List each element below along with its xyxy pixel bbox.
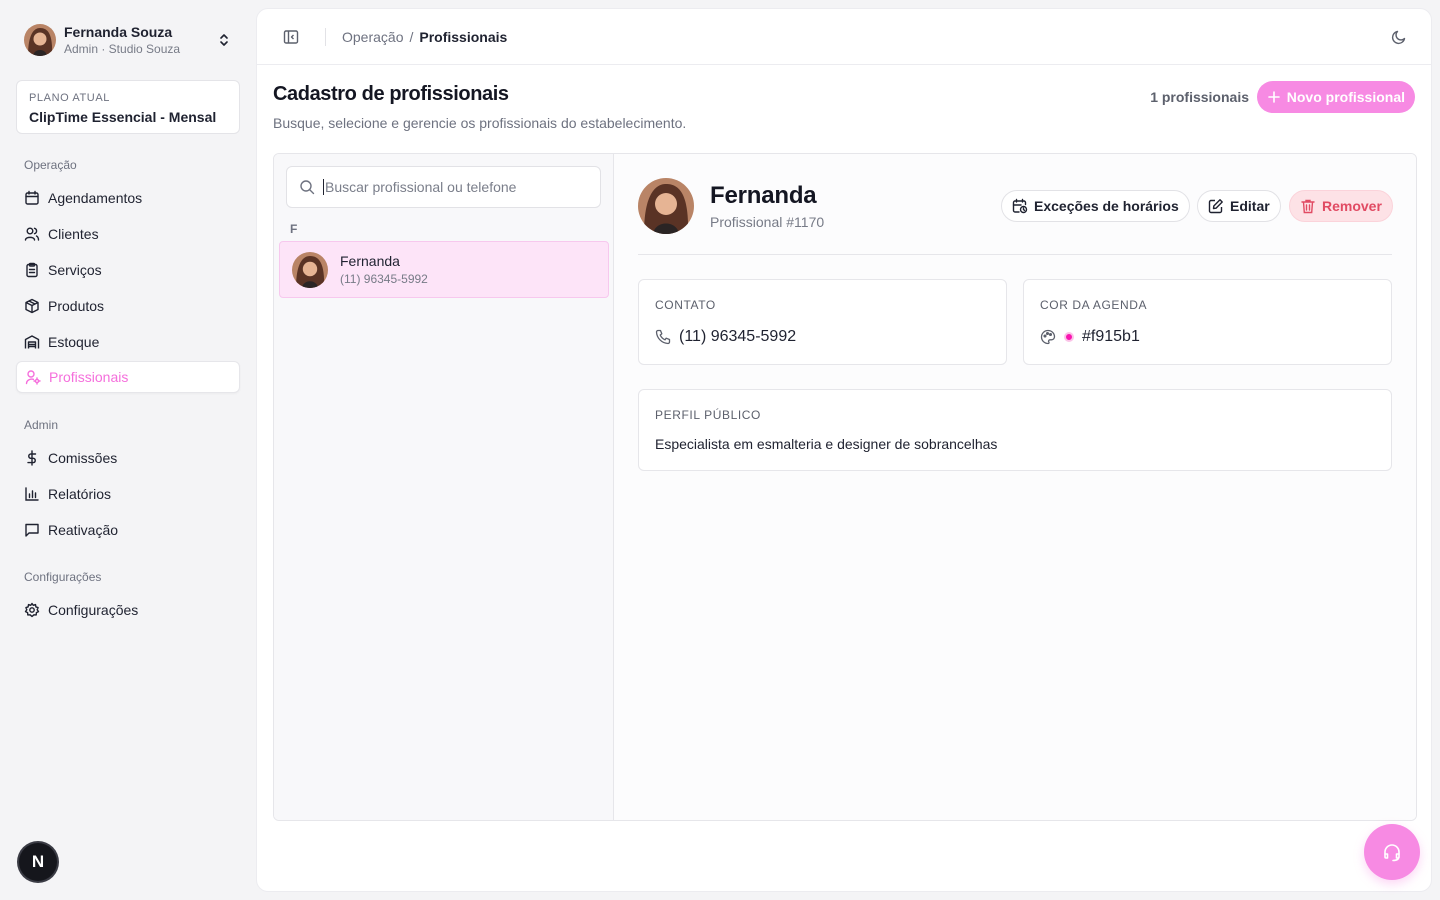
user-switcher[interactable]: Fernanda Souza Admin · Studio Souza <box>16 20 240 60</box>
public-profile-label: PERFIL PÚBLICO <box>655 408 761 422</box>
sidebar-item-comissoes[interactable]: Comissões <box>16 442 240 474</box>
warehouse-icon <box>24 335 40 349</box>
sidebar-item-profissionais[interactable]: Profissionais <box>16 361 240 393</box>
list-item-name: Fernanda <box>340 253 400 269</box>
professionals-panel: F Fernanda (11) 96345-5992 Fernanda Prof… <box>273 153 1417 821</box>
chevrons-up-down-icon <box>220 34 228 46</box>
sidebar-item-label: Profissionais <box>49 369 129 385</box>
edit-label: Editar <box>1230 198 1270 214</box>
edit-button[interactable]: Editar <box>1197 190 1281 222</box>
topbar-divider <box>325 28 326 46</box>
palette-icon <box>1040 329 1056 345</box>
contact-phone: (11) 96345-5992 <box>679 328 797 345</box>
page-title: Cadastro de profissionais <box>273 83 509 105</box>
dollar-icon <box>27 450 37 466</box>
professional-avatar-large <box>638 178 694 234</box>
headset-icon <box>1384 844 1400 862</box>
edit-icon <box>1208 199 1223 214</box>
calendar-icon <box>25 190 39 205</box>
breadcrumb-parent[interactable]: Operação <box>342 27 403 47</box>
sidebar-item-clientes[interactable]: Clientes <box>16 218 240 250</box>
sidebar-item-configuracoes[interactable]: Configurações <box>16 594 240 626</box>
sidebar-item-estoque[interactable]: Estoque <box>16 326 240 358</box>
plan-label: PLANO ATUAL <box>29 92 110 104</box>
nav-group-admin: Admin <box>24 418 59 432</box>
contact-card: CONTATO (11) 96345-5992 <box>638 279 1007 365</box>
detail-divider <box>638 254 1392 255</box>
main-content: Operação / Profissionais Cadastro de pro… <box>256 8 1432 892</box>
contact-label: CONTATO <box>655 298 716 312</box>
remove-button[interactable]: Remover <box>1289 190 1393 222</box>
agenda-color-card: COR DA AGENDA #f915b1 <box>1023 279 1392 365</box>
sidebar-item-label: Agendamentos <box>48 190 143 206</box>
search-icon <box>300 180 315 195</box>
new-professional-button[interactable]: Novo profissional <box>1256 81 1415 113</box>
sidebar-item-label: Reativação <box>48 522 119 538</box>
sidebar-item-label: Produtos <box>48 298 105 314</box>
plus-icon <box>1267 91 1280 103</box>
sidebar-item-label: Serviços <box>48 262 102 278</box>
dev-tools-badge[interactable]: N <box>19 843 57 881</box>
sidebar-item-label: Configurações <box>48 602 139 618</box>
breadcrumb-separator: / <box>409 29 414 45</box>
new-professional-label: Novo profissional <box>1286 89 1405 105</box>
search-box <box>286 166 601 208</box>
sidebar: Fernanda Souza Admin · Studio Souza PLAN… <box>0 0 256 900</box>
calendar-clock-icon <box>1012 198 1028 214</box>
phone-icon <box>655 329 671 345</box>
users-icon <box>24 227 40 241</box>
schedule-exceptions-button[interactable]: Exceções de horários <box>1001 190 1190 222</box>
nav-group-configuracoes: Configurações <box>24 570 102 584</box>
public-profile-text: Especialista em esmalteria e designer de… <box>655 436 998 452</box>
professionals-count: 1 profissionais <box>1150 89 1249 105</box>
sidebar-item-label: Clientes <box>48 226 99 242</box>
professional-name: Fernanda <box>710 182 817 209</box>
bar-chart-icon <box>25 487 39 501</box>
clipboard-icon <box>26 262 38 278</box>
professionals-list-pane: F Fernanda (11) 96345-5992 <box>274 154 614 820</box>
agenda-color-value: #f915b1 <box>1082 328 1140 345</box>
professional-detail: Fernanda Profissional #1170 Exceções de … <box>614 154 1416 820</box>
sidebar-item-label: Comissões <box>48 450 118 466</box>
plan-name: ClipTime Essencial - Mensal <box>29 109 217 125</box>
moon-icon[interactable] <box>1391 29 1407 45</box>
current-plan-card: PLANO ATUAL ClipTime Essencial - Mensal <box>16 80 240 134</box>
agenda-color-label: COR DA AGENDA <box>1040 298 1148 312</box>
page-subtitle: Busque, selecione e gerencie os profissi… <box>273 115 687 131</box>
remove-label: Remover <box>1322 198 1382 214</box>
sidebar-item-label: Estoque <box>48 334 100 350</box>
sidebar-item-produtos[interactable]: Produtos <box>16 290 240 322</box>
breadcrumb-current: Profissionais <box>419 29 508 45</box>
sidebar-toggle-icon[interactable] <box>283 29 299 45</box>
sidebar-item-reativacao[interactable]: Reativação <box>16 514 240 546</box>
list-item[interactable]: Fernanda (11) 96345-5992 <box>279 241 609 298</box>
professional-avatar <box>292 251 328 288</box>
user-role: Admin · Studio Souza <box>64 42 181 56</box>
topbar: Operação / Profissionais <box>257 9 1431 65</box>
gear-icon <box>24 602 40 618</box>
package-icon <box>25 298 39 314</box>
agenda-color-swatch <box>1064 332 1074 342</box>
nav-group-operacao: Operação <box>24 158 77 172</box>
user-cog-icon <box>25 370 41 385</box>
professional-id: Profissional #1170 <box>710 214 825 230</box>
list-item-phone: (11) 96345-5992 <box>340 272 428 286</box>
breadcrumb: Operação / Profissionais <box>342 27 507 47</box>
trash-icon <box>1301 199 1315 214</box>
list-group-letter: F <box>290 222 298 236</box>
support-chat-button[interactable] <box>1364 824 1420 880</box>
message-icon <box>25 523 39 537</box>
schedule-exceptions-label: Exceções de horários <box>1034 198 1179 214</box>
user-name: Fernanda Souza <box>64 24 173 40</box>
sidebar-item-relatorios[interactable]: Relatórios <box>16 478 240 510</box>
sidebar-item-label: Relatórios <box>48 486 112 502</box>
public-profile-card: PERFIL PÚBLICO Especialista em esmalteri… <box>638 389 1392 471</box>
sidebar-item-agendamentos[interactable]: Agendamentos <box>16 182 240 214</box>
sidebar-item-servicos[interactable]: Serviços <box>16 254 240 286</box>
search-input[interactable] <box>323 179 583 195</box>
user-avatar <box>24 24 56 56</box>
